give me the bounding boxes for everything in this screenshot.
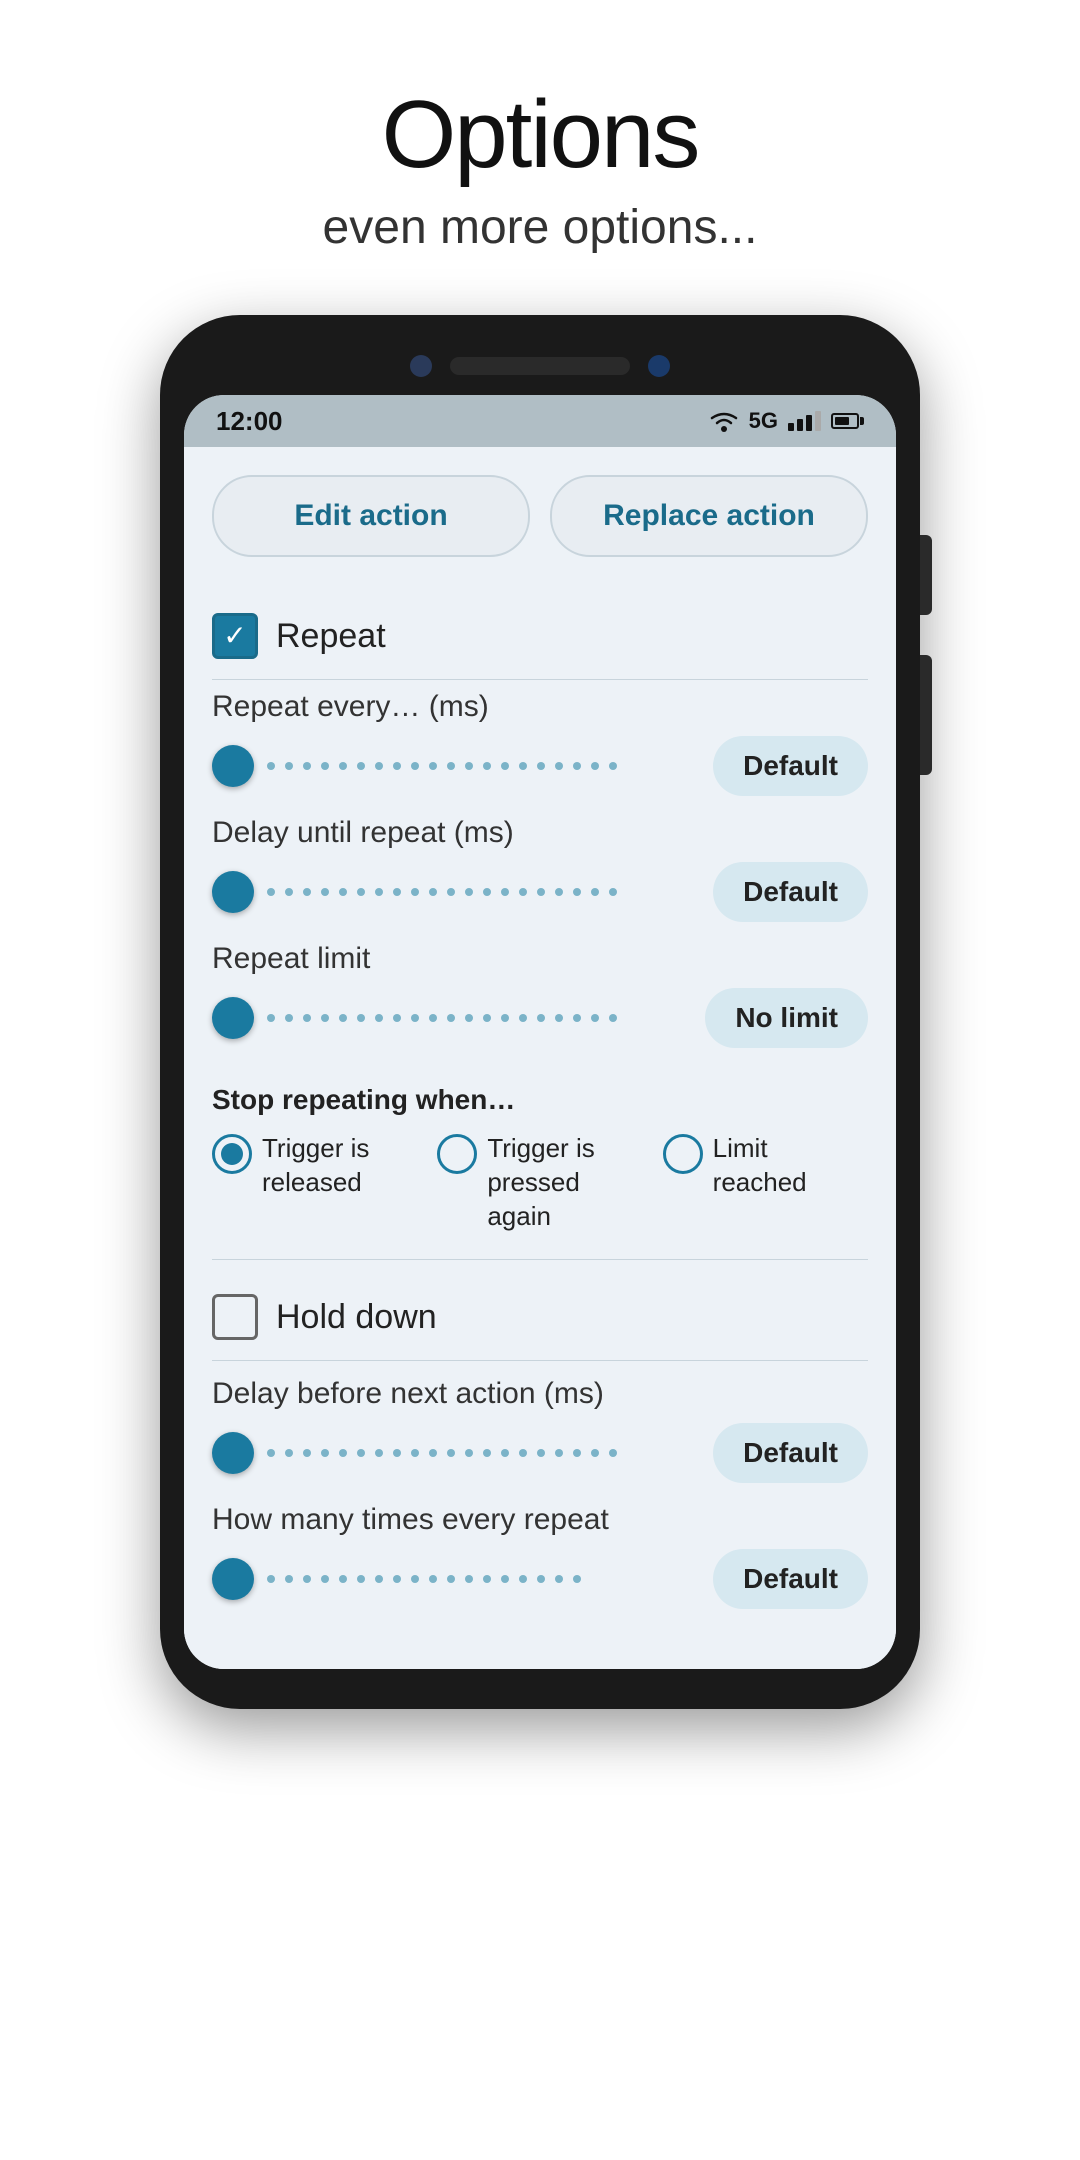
delay-next-action-value[interactable]: Default bbox=[713, 1423, 868, 1483]
delay-until-repeat-dots bbox=[254, 890, 693, 894]
signal-bars bbox=[788, 411, 821, 431]
status-icons: 5G bbox=[709, 408, 864, 434]
repeat-every-thumb bbox=[212, 745, 254, 787]
how-many-times-dots bbox=[254, 1577, 693, 1581]
network-label: 5G bbox=[749, 408, 778, 434]
stop-repeating-section: Stop repeating when… Trigger is released… bbox=[212, 1068, 868, 1249]
hold-down-label: Hold down bbox=[276, 1298, 437, 1337]
radio-options-row: Trigger is released Trigger is pressed a… bbox=[212, 1132, 868, 1233]
page-title: Options bbox=[323, 80, 758, 190]
speaker-bar bbox=[450, 357, 630, 375]
divider-2 bbox=[212, 1259, 868, 1260]
delay-next-action-section: Delay before next action (ms) Default bbox=[212, 1377, 868, 1483]
radio-limit-reached-circle bbox=[663, 1134, 703, 1174]
repeat-every-section: Repeat every… (ms) Default bbox=[212, 690, 868, 796]
repeat-limit-thumb bbox=[212, 997, 254, 1039]
phone-shell: 12:00 5G bbox=[160, 315, 920, 1709]
replace-action-button[interactable]: Replace action bbox=[550, 475, 868, 557]
status-bar: 12:00 5G bbox=[184, 395, 896, 447]
edit-action-button[interactable]: Edit action bbox=[212, 475, 530, 557]
tab-row: Edit action Replace action bbox=[212, 475, 868, 557]
divider-3 bbox=[212, 1360, 868, 1361]
screen-content: Edit action Replace action ✓ Repeat Repe… bbox=[184, 447, 896, 1669]
wifi-icon bbox=[709, 410, 739, 432]
how-many-times-thumb bbox=[212, 1558, 254, 1600]
radio-limit-reached[interactable]: Limit reached bbox=[663, 1132, 868, 1200]
delay-next-action-thumb bbox=[212, 1432, 254, 1474]
repeat-every-dots bbox=[254, 764, 693, 768]
delay-next-action-dots bbox=[254, 1451, 693, 1455]
repeat-checkbox[interactable]: ✓ bbox=[212, 613, 258, 659]
radio-trigger-released-label: Trigger is released bbox=[262, 1132, 417, 1200]
repeat-label: Repeat bbox=[276, 617, 386, 656]
camera-dot-right bbox=[648, 355, 670, 377]
delay-until-repeat-value[interactable]: Default bbox=[713, 862, 868, 922]
phone-top bbox=[184, 345, 896, 395]
delay-until-repeat-thumb bbox=[212, 871, 254, 913]
delay-until-repeat-label: Delay until repeat (ms) bbox=[212, 816, 868, 850]
hold-down-option-row[interactable]: Hold down bbox=[212, 1270, 868, 1350]
camera-dot-left bbox=[410, 355, 432, 377]
phone-screen: 12:00 5G bbox=[184, 395, 896, 1669]
repeat-limit-slider[interactable] bbox=[212, 997, 685, 1039]
stop-repeating-label: Stop repeating when… bbox=[212, 1084, 868, 1116]
radio-trigger-pressed-circle bbox=[437, 1134, 477, 1174]
delay-until-repeat-slider[interactable] bbox=[212, 871, 693, 913]
how-many-times-value[interactable]: Default bbox=[713, 1549, 868, 1609]
repeat-every-value[interactable]: Default bbox=[713, 736, 868, 796]
radio-trigger-released[interactable]: Trigger is released bbox=[212, 1132, 417, 1200]
checkmark-icon: ✓ bbox=[223, 622, 246, 650]
divider-1 bbox=[212, 679, 868, 680]
how-many-times-slider[interactable] bbox=[212, 1558, 693, 1600]
page-header: Options even more options... bbox=[323, 0, 758, 315]
repeat-limit-value[interactable]: No limit bbox=[705, 988, 868, 1048]
status-time: 12:00 bbox=[216, 406, 283, 437]
delay-until-repeat-section: Delay until repeat (ms) Default bbox=[212, 816, 868, 922]
repeat-every-label: Repeat every… (ms) bbox=[212, 690, 868, 724]
repeat-limit-label: Repeat limit bbox=[212, 942, 868, 976]
delay-next-action-slider[interactable] bbox=[212, 1432, 693, 1474]
page-subtitle: even more options... bbox=[323, 200, 758, 255]
how-many-times-label: How many times every repeat bbox=[212, 1503, 868, 1537]
battery-icon bbox=[831, 413, 864, 429]
repeat-option-row[interactable]: ✓ Repeat bbox=[212, 593, 868, 669]
repeat-every-slider[interactable] bbox=[212, 745, 693, 787]
radio-limit-reached-label: Limit reached bbox=[713, 1132, 868, 1200]
delay-next-action-label: Delay before next action (ms) bbox=[212, 1377, 868, 1411]
radio-trigger-pressed-label: Trigger is pressed again bbox=[487, 1132, 642, 1233]
repeat-limit-section: Repeat limit No limit bbox=[212, 942, 868, 1048]
radio-trigger-released-circle bbox=[212, 1134, 252, 1174]
radio-trigger-pressed-again[interactable]: Trigger is pressed again bbox=[437, 1132, 642, 1233]
hold-down-checkbox[interactable] bbox=[212, 1294, 258, 1340]
how-many-times-section: How many times every repeat Default bbox=[212, 1503, 868, 1609]
repeat-limit-dots bbox=[254, 1016, 685, 1020]
